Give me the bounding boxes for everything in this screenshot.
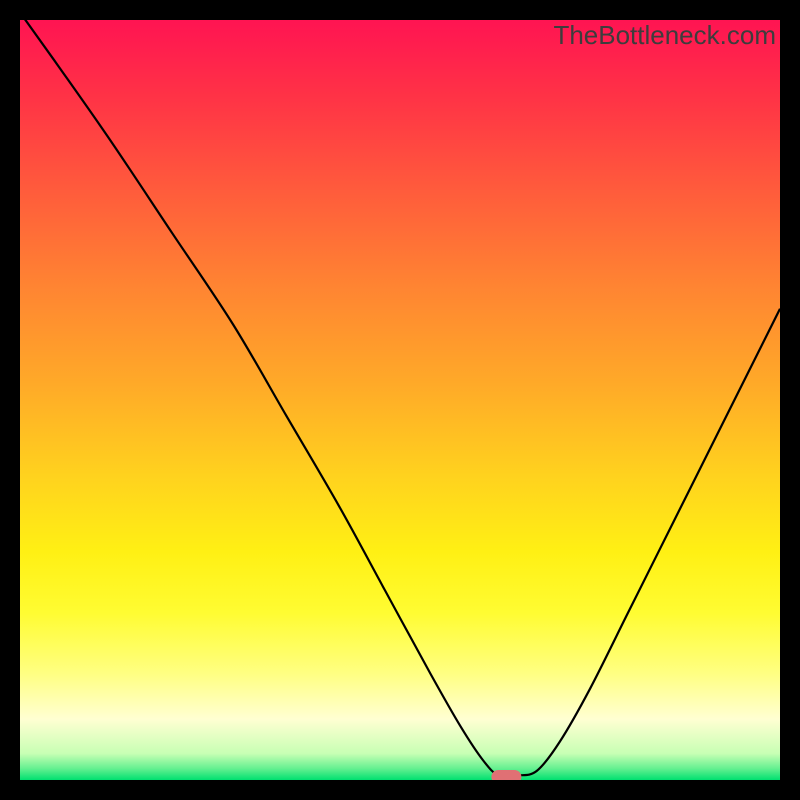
plot-area: TheBottleneck.com (20, 20, 780, 780)
chart-svg (20, 20, 780, 780)
gradient-background (20, 20, 780, 780)
chart-frame: TheBottleneck.com (0, 0, 800, 800)
chart-marker (491, 770, 521, 780)
